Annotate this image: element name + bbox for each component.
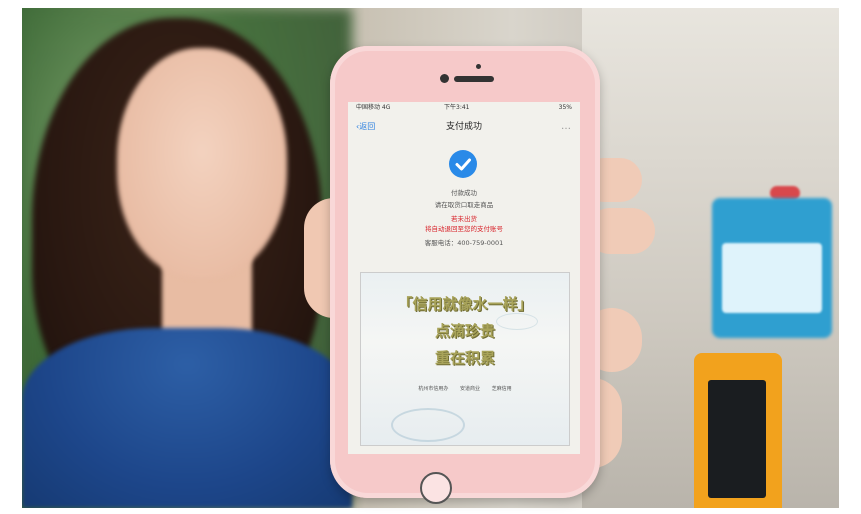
poster-headline: 「信用就像水一样」 [397, 295, 533, 313]
poster-subline-1: 点滴珍贵 [434, 322, 495, 340]
page-title: 支付成功 [445, 122, 482, 132]
battery-label: 35% [558, 104, 572, 111]
home-button[interactable] [420, 472, 452, 504]
partner-logo: 芝麻信用 [491, 386, 512, 392]
earpiece-speaker [454, 76, 494, 82]
carrier-label: 中国移动 4G [356, 104, 391, 111]
check-circle-icon [449, 150, 477, 178]
service-phone-text: 客服电话：400-759-0001 [424, 239, 504, 247]
poster-subline-2: 重在积累 [434, 349, 495, 367]
clock-label: 下午3:41 [444, 104, 470, 111]
payment-success-text: 付款成功 [451, 189, 477, 197]
refund-notice: 将自动退回至您的支付账号 [425, 225, 503, 233]
person-shirt [22, 328, 352, 508]
credit-poster: 「信用就像水一样」 点滴珍贵 重在积累 杭州市信用办 安道商业 芝麻信用 [360, 272, 570, 446]
water-drop-decoration [391, 408, 465, 442]
person-face [117, 48, 287, 278]
pickup-instruction-text: 请在取货口取走商品 [434, 201, 494, 209]
phone-screen: 中国移动 4G 下午3:41 35% ‹返回 支付成功 … 付款成功 请在取货口… [348, 102, 580, 454]
more-button[interactable]: … [561, 114, 572, 140]
card-reader-screen [708, 380, 766, 498]
no-delivery-warning: 若未出货 [451, 215, 477, 223]
partner-logos: 杭州市信用办 安道商业 芝麻信用 [361, 385, 569, 392]
status-bar: 中国移动 4G 下午3:41 35% [348, 102, 580, 114]
partner-logo: 杭州市信用办 [418, 386, 449, 392]
front-camera [440, 74, 449, 83]
vending-machine-slot [722, 243, 822, 313]
partner-logo: 安道商业 [459, 386, 480, 392]
nav-bar: ‹返回 支付成功 … [348, 114, 580, 140]
proximity-sensor [476, 64, 481, 69]
